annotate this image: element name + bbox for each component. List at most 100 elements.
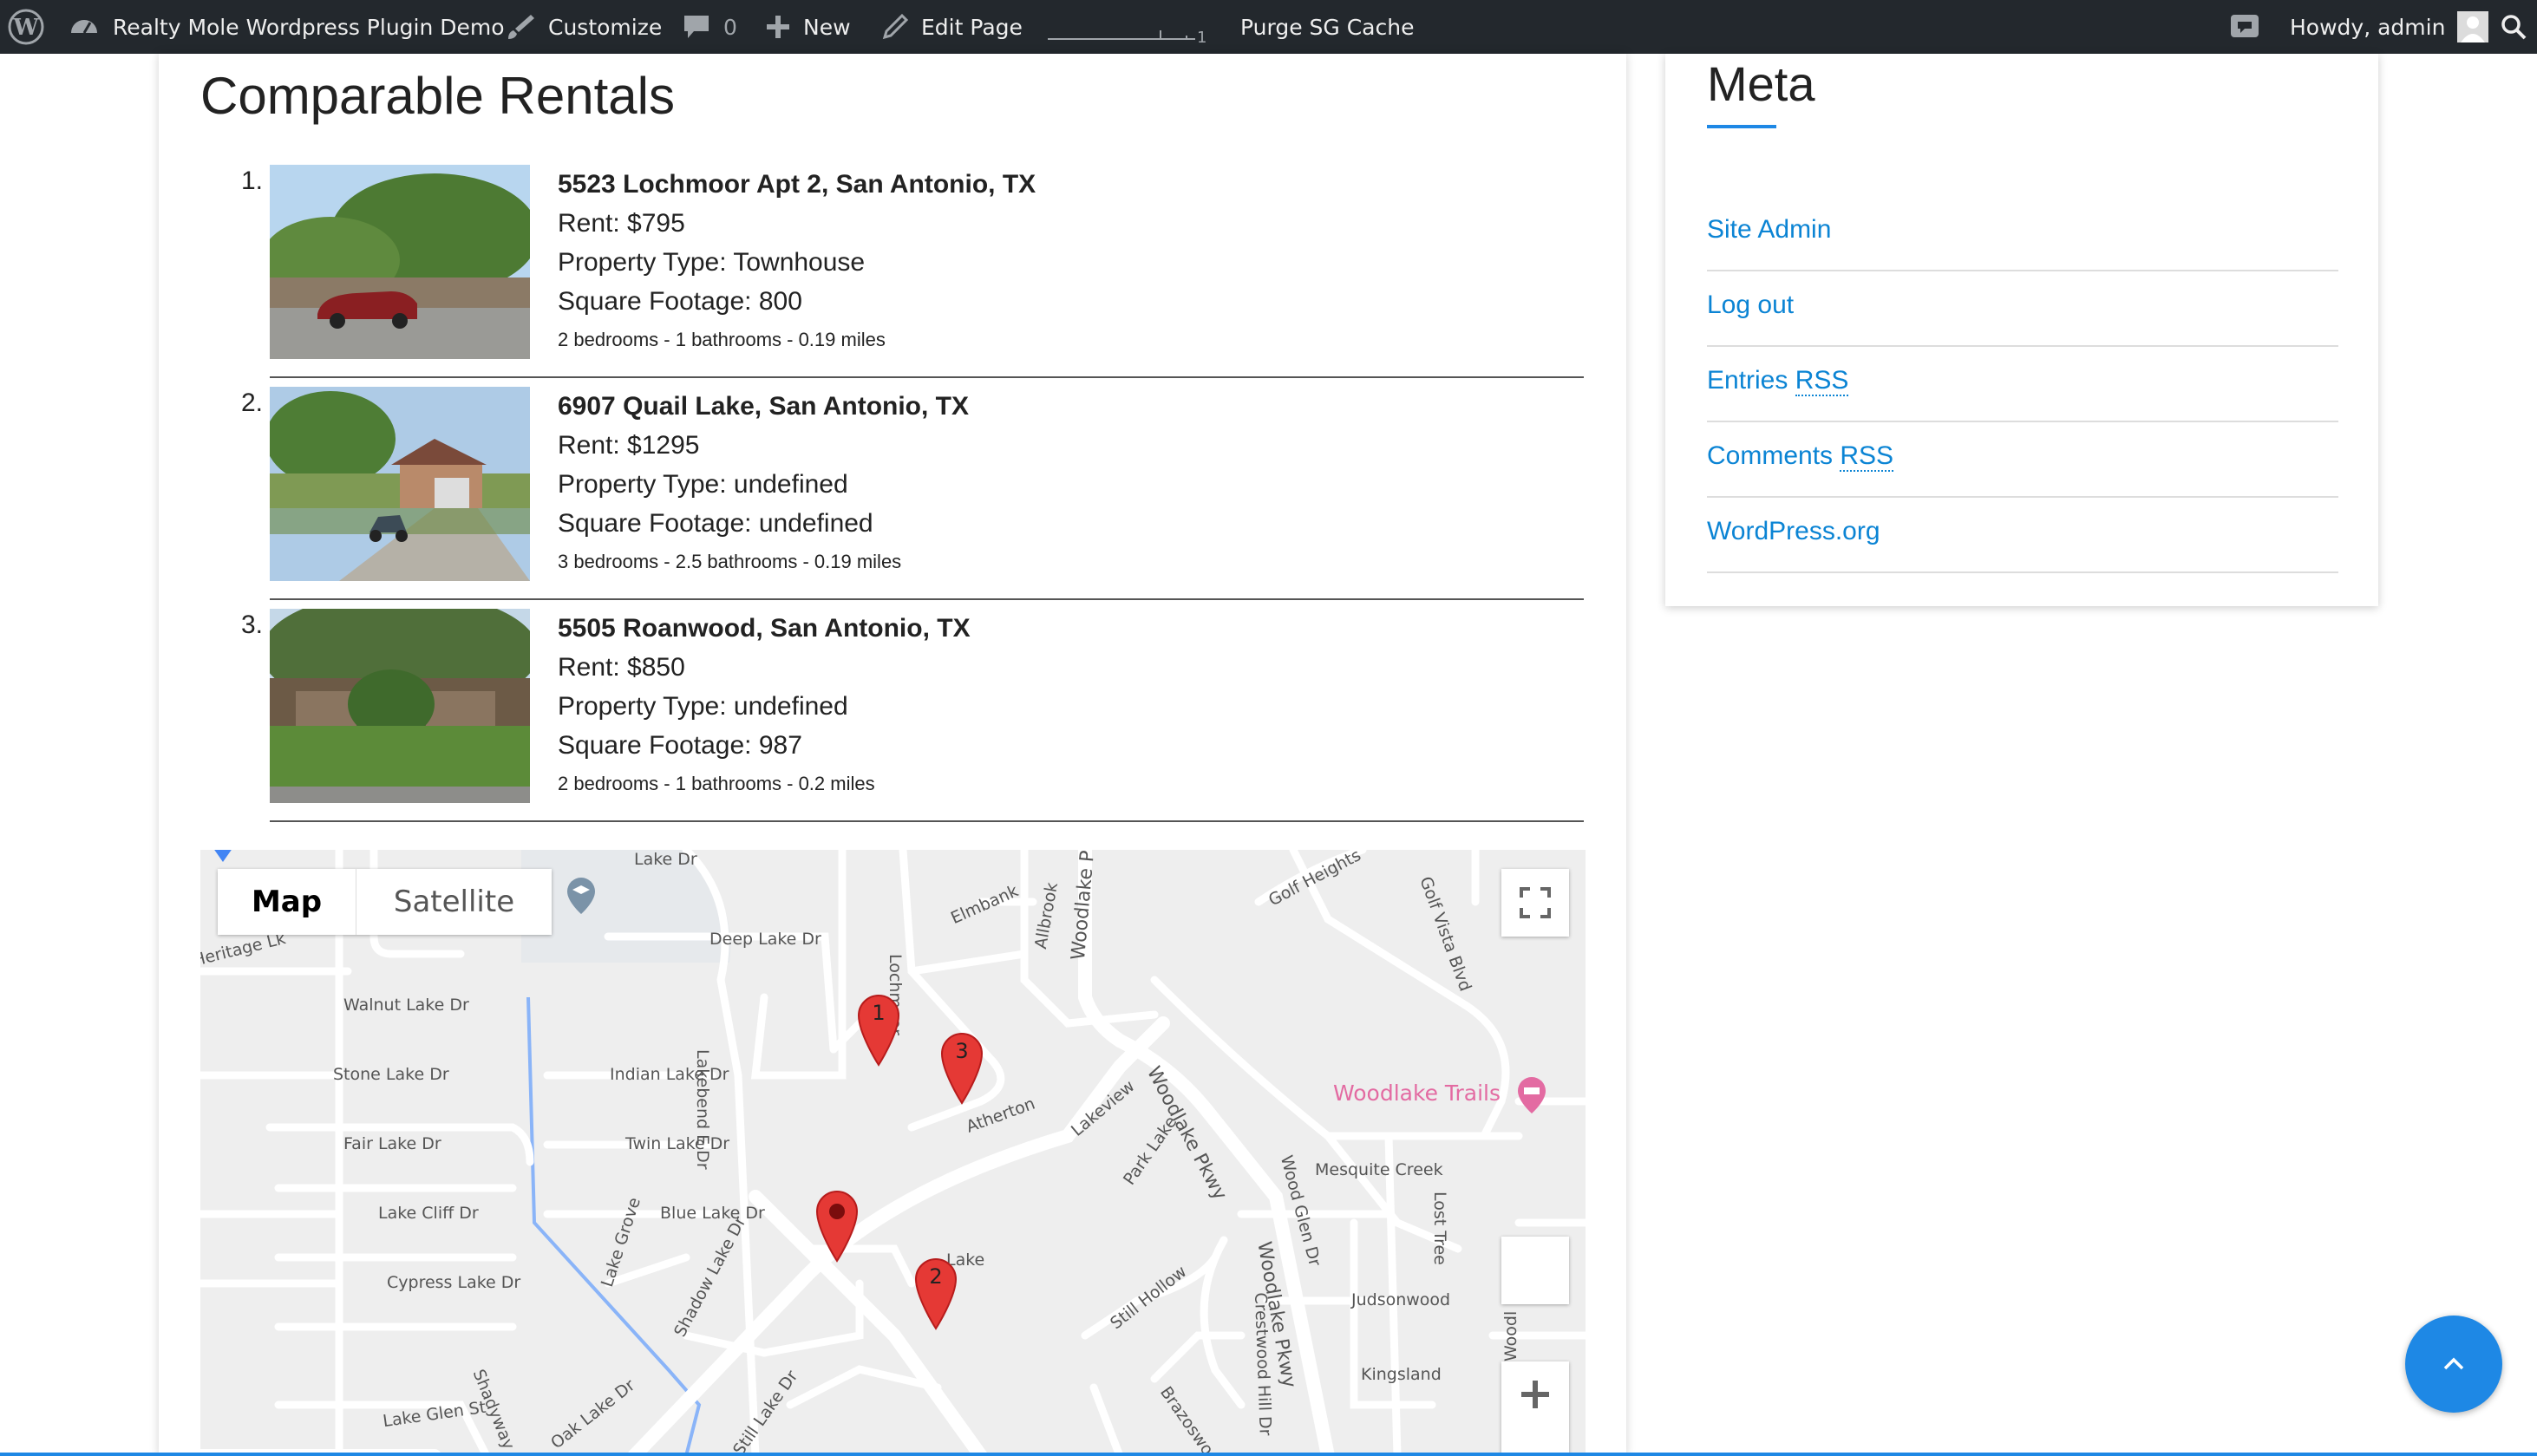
comments-link[interactable]: 0 [682, 0, 737, 54]
fullscreen-button[interactable] [1501, 869, 1569, 937]
wordpress-icon: W [8, 9, 44, 45]
brush-icon [508, 15, 534, 39]
rental-photo[interactable] [270, 609, 530, 803]
rental-photo[interactable] [270, 387, 530, 581]
poi-label[interactable]: Woodlake Trails [1333, 1081, 1501, 1106]
divider [270, 820, 1584, 822]
svg-text:1: 1 [1197, 29, 1206, 44]
street-label: Judsonwood [1351, 1290, 1451, 1309]
link-text: Site Admin [1707, 215, 1832, 244]
edit-page-label: Edit Page [921, 14, 1023, 40]
meta-link-site-admin: Site Admin [1707, 196, 2338, 271]
sparkline-icon: 1 [1048, 29, 1206, 44]
comments-count: 0 [723, 14, 737, 40]
wordpress-logo-menu[interactable]: W [7, 0, 45, 54]
google-map[interactable]: Lake Dr Heritage Lk Walnut Lake Dr Stone… [200, 850, 1586, 1456]
marker-label: 1 [872, 1001, 886, 1025]
rental-rent: Rent: $850 [558, 653, 685, 682]
purge-cache-link[interactable]: Purge SG Cache [1240, 0, 1414, 54]
page-title: Comparable Rentals [200, 67, 675, 125]
map-type-satellite[interactable]: Satellite [356, 869, 552, 935]
content-card: Comparable Rentals 1. 5523 Lochmoor Apt … [159, 54, 1626, 1456]
map-marker-1[interactable]: 1 [856, 994, 901, 1067]
pencil-icon [882, 13, 909, 40]
log-out-link[interactable]: Log out [1707, 291, 1794, 320]
meta-widget: Meta Site Admin Log out Entries RSS Comm… [1665, 54, 2378, 606]
customize-label: Customize [548, 14, 663, 40]
hotel-icon[interactable] [1515, 1075, 1548, 1115]
street-view-image [270, 165, 530, 359]
comment-icon [684, 16, 709, 38]
rental-info: 6907 Quail Lake, San Antonio, TX Rent: $… [558, 387, 969, 579]
new-content-menu[interactable]: New [765, 0, 851, 54]
link-text: Entries [1707, 366, 1795, 395]
location-icon[interactable] [209, 850, 237, 864]
street-label: Lake Dr [634, 850, 697, 869]
notification-icon [2231, 15, 2259, 37]
map-marker-2[interactable]: 2 [913, 1257, 958, 1330]
street-label: Woodl [1501, 1310, 1520, 1361]
wordpress-org-link[interactable]: WordPress.org [1707, 517, 1880, 546]
rss-abbr: RSS [1795, 366, 1849, 396]
meta-link-wordpress-org: WordPress.org [1707, 498, 2338, 573]
site-name-menu[interactable]: Realty Mole Wordpress Plugin Demo [68, 0, 505, 54]
new-label: New [803, 14, 851, 40]
avatar [2457, 11, 2489, 42]
search-button[interactable] [2500, 0, 2527, 54]
fullscreen-icon [1520, 887, 1551, 918]
street-view-button[interactable] [1501, 1237, 1569, 1304]
rental-item-3: 3. 5505 Roanwood, San Antonio, TX Rent: … [159, 609, 1626, 831]
marker-label: 2 [929, 1264, 943, 1289]
marker-label: 3 [955, 1039, 969, 1063]
rental-square-footage: Square Footage: undefined [558, 509, 873, 538]
street-label: Mesquite Creek [1315, 1160, 1443, 1179]
chevron-up-icon [2443, 1357, 2464, 1370]
rental-summary: 2 bedrooms - 1 bathrooms - 0.19 miles [558, 329, 886, 350]
street-view-image [270, 387, 530, 581]
search-icon [2501, 15, 2527, 40]
edit-page-link[interactable]: Edit Page [881, 0, 1023, 54]
entries-rss-link[interactable]: Entries RSS [1707, 366, 1849, 396]
purge-cache-label: Purge SG Cache [1240, 14, 1415, 40]
street-label: Kingsland [1361, 1365, 1442, 1384]
admin-bar: W Realty Mole Wordpress Plugin Demo Cust… [0, 0, 2537, 54]
street-label: Twin Lake Dr [625, 1134, 730, 1153]
street-label: Lake Cliff Dr [378, 1204, 479, 1223]
street-label: Deep Lake Dr [709, 930, 821, 949]
meta-link-comments-rss: Comments RSS [1707, 422, 2338, 498]
customize-link[interactable]: Customize [505, 0, 662, 54]
rss-abbr: RSS [1840, 441, 1894, 472]
site-name: Realty Mole Wordpress Plugin Demo [113, 14, 505, 40]
map-marker-3[interactable]: 3 [939, 1032, 984, 1105]
dashboard-icon [71, 20, 97, 34]
divider [270, 598, 1584, 600]
howdy-label: Howdy, admin [2290, 14, 2446, 40]
stats-sparkline[interactable]: 1 [1048, 0, 1213, 54]
street-label: Lost Tree [1430, 1192, 1449, 1265]
map-type-map[interactable]: Map [218, 869, 356, 935]
rental-info: 5505 Roanwood, San Antonio, TX Rent: $85… [558, 609, 971, 801]
rental-item-1: 1. 5523 Lochmoor Apt 2, San Antonio, TX … [159, 165, 1626, 387]
rental-square-footage: Square Footage: 800 [558, 287, 802, 316]
zoom-in-button[interactable] [1501, 1361, 1569, 1456]
divider [270, 376, 1584, 378]
scroll-to-top-button[interactable] [2405, 1316, 2502, 1413]
rental-summary: 3 bedrooms - 2.5 bathrooms - 0.19 miles [558, 551, 902, 572]
map-marker-center[interactable] [814, 1190, 860, 1263]
rental-photo[interactable] [270, 165, 530, 359]
school-icon[interactable] [565, 876, 598, 916]
comments-rss-link[interactable]: Comments RSS [1707, 441, 1894, 472]
rental-item-2: 2. 6907 Quail Lake, San Antonio, TX Rent… [159, 387, 1626, 609]
street-label: Walnut Lake Dr [343, 996, 469, 1015]
street-label: Lakebend E Dr [693, 1049, 712, 1170]
widget-title: Meta [1707, 56, 1815, 111]
meta-link-log-out: Log out [1707, 271, 2338, 347]
rental-square-footage: Square Footage: 987 [558, 731, 802, 760]
site-admin-link[interactable]: Site Admin [1707, 215, 1831, 245]
title-underline [1707, 125, 1776, 128]
rental-number: 3. [241, 610, 264, 639]
street-label: Blue Lake Dr [660, 1204, 765, 1223]
my-account-menu[interactable]: Howdy, admin [2290, 0, 2489, 54]
notifications-button[interactable] [2229, 0, 2260, 54]
map-type-toggle: Map Satellite [218, 869, 552, 935]
